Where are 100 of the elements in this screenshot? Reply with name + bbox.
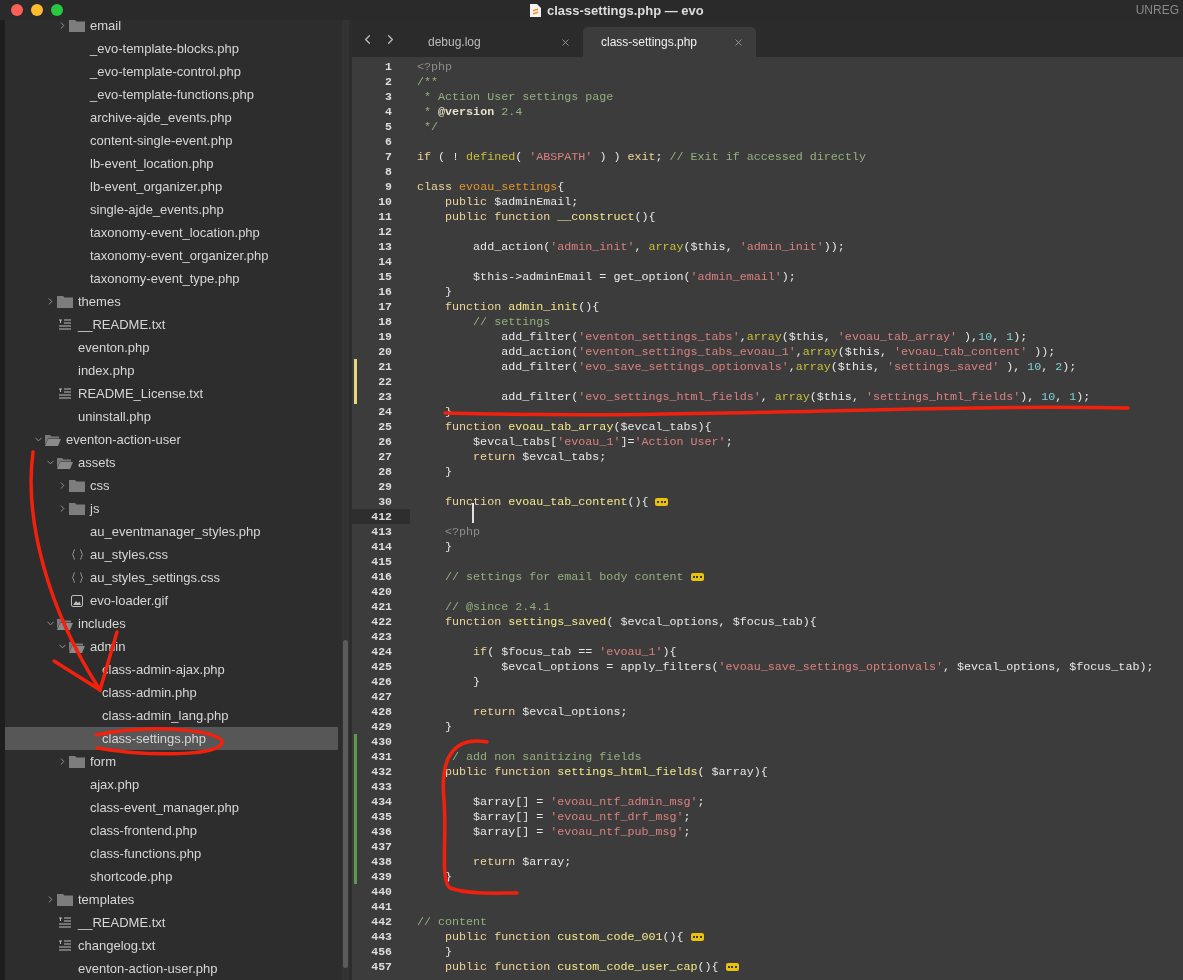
- code-line: /**: [416, 74, 439, 89]
- file-item[interactable]: class-settings.php: [5, 727, 338, 750]
- code-line: public $adminEmail;: [444, 194, 579, 209]
- code-line: }: [444, 284, 453, 299]
- line-number: 7: [385, 150, 392, 163]
- line-number: 430: [371, 735, 392, 748]
- chevron-right-icon[interactable]: [57, 503, 68, 514]
- line-number: 441: [371, 900, 392, 913]
- folder-item[interactable]: js: [5, 497, 338, 520]
- code-line: public function custom_code_user_cap(){: [410, 959, 739, 974]
- folder-item[interactable]: templates: [5, 888, 338, 911]
- code-line: return $evcal_options;: [472, 704, 628, 719]
- file-item[interactable]: _evo-template-blocks.php: [5, 37, 338, 60]
- code-line: <?php: [444, 524, 481, 539]
- file-item[interactable]: evo-loader.gif: [5, 589, 338, 612]
- line-number: 457: [371, 960, 392, 973]
- line-number: 17: [378, 300, 392, 313]
- file-item[interactable]: single-ajde_events.php: [5, 198, 338, 221]
- line-number: 443: [371, 930, 392, 943]
- file-item[interactable]: archive-ajde_events.php: [5, 106, 338, 129]
- code-line: return $array;: [472, 854, 572, 869]
- line-number: 427: [371, 690, 392, 703]
- editor-tab[interactable]: class-settings.php: [583, 27, 756, 57]
- line-number: 2: [385, 75, 392, 88]
- fold-marker-icon[interactable]: [655, 497, 669, 506]
- file-item[interactable]: changelog.txt: [5, 934, 338, 957]
- code-line: $evcal_tabs['evoau_1']='Action User';: [472, 434, 733, 449]
- file-item[interactable]: index.php: [5, 359, 338, 382]
- fold-marker-icon[interactable]: [690, 572, 704, 581]
- folder-item[interactable]: includes: [5, 612, 338, 635]
- file-item[interactable]: eventon.php: [5, 336, 338, 359]
- line-number: 19: [378, 330, 392, 343]
- text-file-icon: [59, 940, 71, 951]
- folder-icon: [57, 295, 73, 308]
- code-line: $array[] = 'evoau_ntf_pub_msg';: [472, 824, 691, 839]
- line-number: 424: [371, 645, 392, 658]
- code-line: * @version 2.4: [423, 104, 523, 119]
- editor-tab[interactable]: debug.log: [410, 27, 583, 57]
- file-item[interactable]: au_styles.css: [5, 543, 338, 566]
- line-number: 435: [371, 810, 392, 823]
- code-line: $array[] = 'evoau_ntf_admin_msg';: [472, 794, 705, 809]
- folder-icon: [69, 479, 85, 492]
- code-line: $evcal_options = apply_filters('evoau_save_settings_optionvals', $evcal_options, $focus_tab);: [500, 659, 1154, 674]
- file-item[interactable]: class-functions.php: [5, 842, 338, 865]
- close-icon[interactable]: [560, 36, 571, 48]
- braces-icon: [71, 549, 83, 560]
- line-number: 456: [371, 945, 392, 958]
- line-number: 22: [378, 375, 392, 388]
- zoom-button[interactable]: [51, 4, 63, 16]
- folder-icon: [69, 755, 85, 768]
- file-item[interactable]: class-frontend.php: [5, 819, 338, 842]
- folder-item[interactable]: assets: [5, 451, 338, 474]
- file-item[interactable]: au_eventmanager_styles.php: [5, 520, 338, 543]
- folder-item[interactable]: css: [5, 474, 338, 497]
- file-item[interactable]: content-single-event.php: [5, 129, 338, 152]
- fold-marker-icon[interactable]: [690, 932, 704, 941]
- chevron-right-icon[interactable]: [57, 756, 68, 767]
- file-item[interactable]: shortcode.php: [5, 865, 338, 888]
- file-item[interactable]: ajax.php: [5, 773, 338, 796]
- code-line: }: [444, 539, 453, 554]
- file-item[interactable]: lb-event_organizer.php: [5, 175, 338, 198]
- close-window-button[interactable]: [11, 4, 23, 16]
- file-item[interactable]: lb-event_location.php: [5, 152, 338, 175]
- file-item[interactable]: class-event_manager.php: [5, 796, 338, 819]
- line-number: 426: [371, 675, 392, 688]
- file-item[interactable]: _evo-template-control.php: [5, 60, 338, 83]
- close-icon[interactable]: [733, 36, 744, 48]
- file-item[interactable]: eventon-action-user.php: [5, 957, 338, 980]
- file-item[interactable]: au_styles_settings.css: [5, 566, 338, 589]
- line-number: 8: [385, 165, 392, 178]
- file-item[interactable]: __README.txt: [5, 313, 338, 336]
- line-number: 5: [385, 120, 392, 133]
- fold-marker-icon[interactable]: [725, 962, 739, 971]
- file-item[interactable]: _evo-template-functions.php: [5, 83, 338, 106]
- code-line: }: [444, 719, 453, 734]
- line-number: 437: [371, 840, 392, 853]
- file-item[interactable]: taxonomy-event_type.php: [5, 267, 338, 290]
- folder-icon: [57, 893, 73, 906]
- minimize-button[interactable]: [31, 4, 43, 16]
- folder-item[interactable]: form: [5, 750, 338, 773]
- file-item[interactable]: class-admin.php: [5, 681, 338, 704]
- line-number: 436: [371, 825, 392, 838]
- line-number: 13: [378, 240, 392, 253]
- file-item[interactable]: README_License.txt: [5, 382, 338, 405]
- file-item[interactable]: uninstall.php: [5, 405, 338, 428]
- folder-item[interactable]: eventon-action-user: [5, 428, 338, 451]
- text-cursor: [472, 503, 474, 523]
- line-number: 3: [385, 90, 392, 103]
- folder-item[interactable]: themes: [5, 290, 338, 313]
- code-line: function admin_init(){: [444, 299, 600, 314]
- scrollbar-thumb[interactable]: [343, 640, 348, 968]
- code-line: class evoau_settings{: [416, 179, 565, 194]
- file-item[interactable]: taxonomy-event_organizer.php: [5, 244, 338, 267]
- file-item[interactable]: class-admin_lang.php: [5, 704, 338, 727]
- folder-item[interactable]: email: [5, 20, 338, 37]
- code-line: }: [444, 944, 453, 959]
- file-item[interactable]: taxonomy-event_location.php: [5, 221, 338, 244]
- code-line: public function __construct(){: [444, 209, 656, 224]
- code-line: function evoau_tab_array($evcal_tabs){: [444, 419, 712, 434]
- file-item[interactable]: __README.txt: [5, 911, 338, 934]
